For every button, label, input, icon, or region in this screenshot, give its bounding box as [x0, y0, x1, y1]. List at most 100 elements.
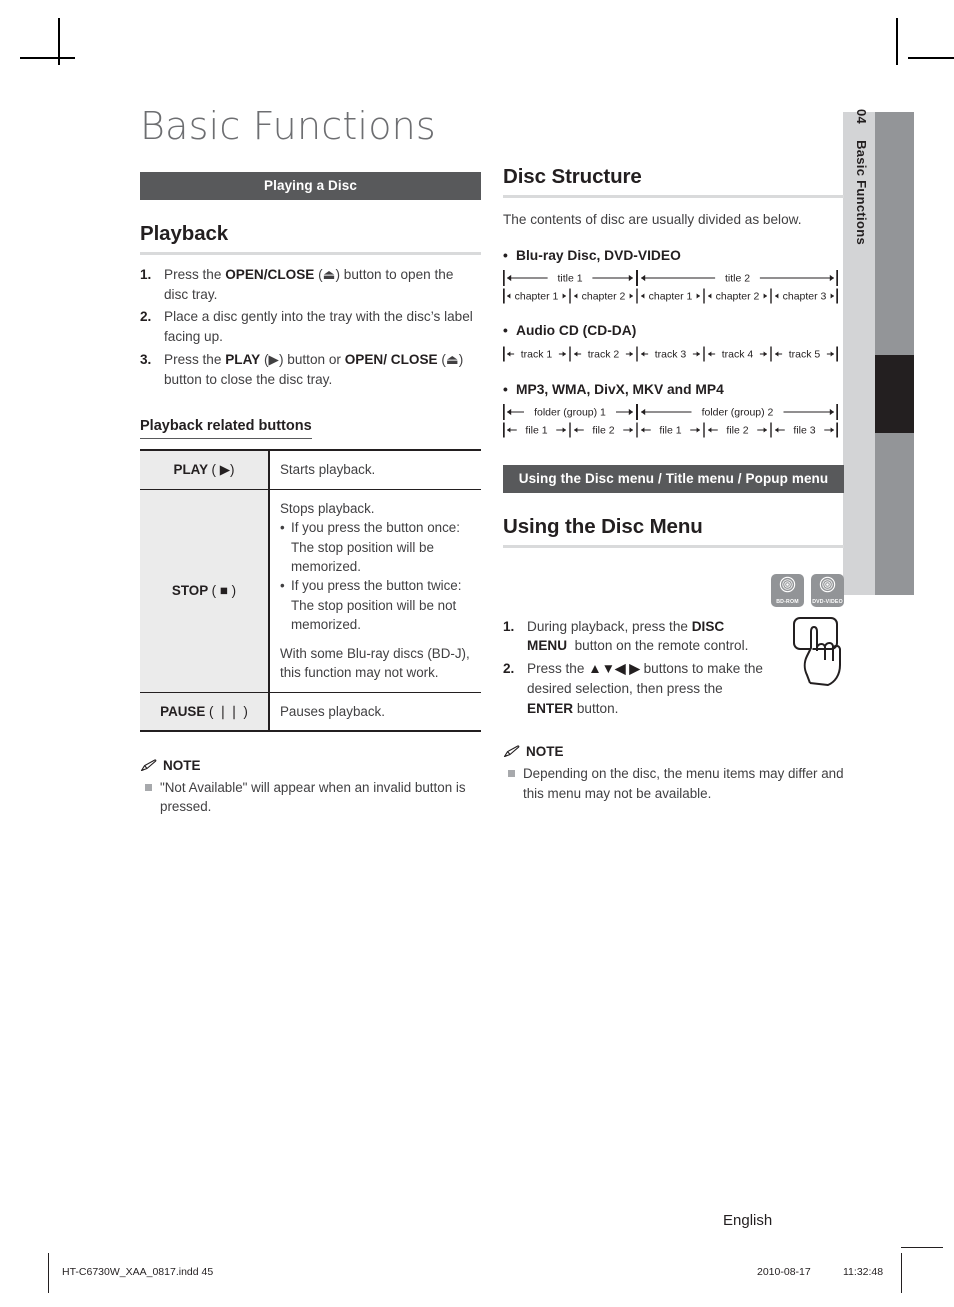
step-item: 1. During playback, press the DISC MENU b… — [503, 617, 771, 656]
table-row: PLAY ( ▶) Starts playback. — [140, 450, 481, 490]
note-title-row: NOTE — [140, 758, 481, 773]
table-cell-button-name: PAUSE ( ❘❘ ) — [140, 691, 270, 732]
disc-type-badges: BD-ROM DVD-VIDEO — [503, 573, 844, 607]
footer-date: 2010-08-17 — [757, 1266, 811, 1278]
step-number: 3. — [140, 351, 152, 367]
note-square-icon — [503, 764, 523, 803]
chapter-side-tab: 04 Basic Functions — [843, 109, 914, 595]
disc-structure-intro: The contents of disc are usually divided… — [503, 212, 802, 227]
heading-playback: Playback — [140, 222, 481, 255]
note-left: NOTE "Not Available" will appear when an… — [140, 758, 481, 817]
disc-structure-diagram: track 1 track 2 track 3 track 4 track 5 — [503, 344, 844, 364]
bullet-dot-icon: • — [280, 520, 285, 536]
disc-structure-group-label: • Audio CD (CD-DA) — [503, 323, 844, 338]
side-tab-text: 04 Basic Functions — [846, 109, 878, 559]
bullet-text: If you press the button twice: The stop … — [291, 578, 462, 633]
svg-text:folder (group) 2: folder (group) 2 — [702, 406, 774, 418]
group-label-text: MP3, WMA, DivX, MKV and MP4 — [516, 381, 724, 397]
svg-text:track 1: track 1 — [521, 348, 553, 360]
bullet-dot-icon: • — [503, 322, 508, 338]
heading-disc-structure: Disc Structure — [503, 165, 844, 198]
remote-hand-icon — [792, 615, 850, 692]
note-item: "Not Available" will appear when an inva… — [140, 778, 481, 817]
svg-text:chapter 2: chapter 2 — [582, 290, 626, 302]
bullet-text: If you press the button once: The stop p… — [291, 520, 460, 574]
pencil-icon — [503, 745, 520, 758]
page-title: Basic Functions — [140, 104, 436, 148]
heading-using-the-disc-menu: Using the Disc Menu — [503, 515, 844, 548]
disc-type-badge: DVD-VIDEO — [811, 573, 844, 607]
crop-mark-top-right-horizontal — [908, 57, 954, 59]
table-cell-button-name: STOP ( ■ ) — [140, 488, 270, 693]
note-item: Depending on the disc, the menu items ma… — [503, 764, 844, 803]
footer-rule-left — [48, 1253, 49, 1293]
side-tab-number: 04 — [854, 109, 870, 125]
footer-language: English — [723, 1212, 773, 1229]
note-item-text: "Not Available" will appear when an inva… — [160, 780, 466, 815]
svg-text:file 1: file 1 — [659, 424, 681, 436]
disc-structure-group: • Audio CD (CD-DA) track 1 track 2 track 3 tr… — [503, 323, 844, 364]
svg-text:title 2: title 2 — [725, 272, 750, 284]
step-number: 1. — [140, 267, 152, 282]
right-column: Disc Structure The contents of disc are … — [503, 165, 844, 803]
step-item: 2. Press the ▲▼◀ ▶ buttons to make the de… — [503, 659, 771, 718]
disc-structure-group-label: • Blu-ray Disc, DVD-VIDEO — [503, 248, 844, 263]
svg-text:file 1: file 1 — [525, 424, 547, 436]
footer-time: 11:32:48 — [843, 1266, 884, 1278]
disc-menu-instructions: 1. During playback, press the DISC MENU b… — [503, 616, 844, 719]
group-label-text: Blu-ray Disc, DVD-VIDEO — [516, 247, 681, 263]
svg-text:file 2: file 2 — [726, 424, 748, 436]
step-text: Place a disc gently into the tray with t… — [164, 309, 473, 345]
table-cell-description: Pauses playback. — [269, 691, 481, 732]
pencil-icon — [140, 759, 157, 772]
table-cell-bullet-item: • If you press the button twice: The stop… — [280, 576, 471, 634]
note-left-list: "Not Available" will appear when an inva… — [140, 778, 481, 817]
step-number: 2. — [140, 309, 152, 325]
step-text: Press the ▲▼◀ ▶ buttons to make the desi… — [527, 661, 763, 716]
crop-mark-top-left-horizontal — [20, 57, 75, 59]
svg-text:track 5: track 5 — [789, 348, 821, 360]
playback-steps-list: 1. Press the OPEN/CLOSE (⏏) button to ope… — [140, 265, 481, 389]
footer-filename: HT-C6730W_XAA_0817.indd 45 — [62, 1266, 214, 1278]
table-cell-tail-text: With some Blu-ray discs (BD-J), this fun… — [280, 645, 470, 681]
step-number: 1. — [503, 618, 515, 634]
note-title-text: NOTE — [163, 758, 201, 774]
svg-text:track 2: track 2 — [588, 348, 620, 360]
section-bar-playing-a-disc: Playing a Disc — [140, 172, 481, 200]
side-tab-label: Basic Functions — [854, 140, 870, 245]
svg-text:track 3: track 3 — [655, 348, 687, 360]
svg-text:track 4: track 4 — [722, 348, 754, 360]
side-tab-mid-strip — [875, 112, 914, 595]
table-cell-description: Starts playback. — [269, 450, 481, 489]
table-cell-lead-text: Stops playback. — [280, 500, 375, 516]
step-text: Press the PLAY (▶) button or OPEN/ CLOSE… — [164, 351, 464, 387]
group-label-text: Audio CD (CD-DA) — [516, 322, 637, 338]
disc-structure-groups: • Blu-ray Disc, DVD-VIDEO chapter 1 chapter… — [503, 248, 844, 439]
disc-icon — [819, 576, 836, 598]
table-cell-lead-text: Starts playback. — [280, 462, 376, 478]
step-number: 2. — [503, 661, 515, 677]
left-column: Playing a Disc Playback 1. Press the OPEN… — [140, 172, 481, 817]
step-text: During playback, press the DISC MENU but… — [527, 618, 749, 654]
playback-buttons-table: PLAY ( ▶) Starts playback. STOP ( ■ ) Stops… — [140, 449, 481, 733]
step-item: 2. Place a disc gently into the tray with… — [140, 307, 481, 346]
disc-structure-diagram: chapter 1 chapter 2 chapter 1 chapter 2 chap… — [503, 269, 844, 305]
disc-type-badge-label: BD-ROM — [776, 598, 799, 605]
note-square-icon — [140, 778, 160, 817]
note-title-row-right: NOTE — [503, 744, 844, 759]
table-row: STOP ( ■ ) Stops playback. • If you press t… — [140, 488, 481, 693]
note-right: NOTE Depending on the disc, the menu ite… — [503, 744, 844, 803]
crop-mark-top-right-vertical — [896, 18, 898, 65]
svg-text:chapter 1: chapter 1 — [515, 290, 559, 302]
svg-text:folder (group) 1: folder (group) 1 — [534, 406, 606, 418]
note-item-text: Depending on the disc, the menu items ma… — [523, 766, 844, 801]
table-row: PAUSE ( ❘❘ ) Pauses playback. — [140, 691, 481, 732]
table-cell-bullet-item: • If you press the button once: The stop … — [280, 518, 471, 576]
section-bar-using-the-disc-menu: Using the Disc menu / Title menu / Popup… — [503, 464, 844, 493]
table-cell-lead-text: Pauses playback. — [280, 703, 385, 719]
heading-playback-related-buttons: Playback related buttons — [140, 418, 312, 440]
step-item: 3. Press the PLAY (▶) button or OPEN/ CLO… — [140, 350, 481, 389]
step-text: Press the OPEN/CLOSE (⏏) button to open … — [164, 267, 454, 302]
svg-text:chapter 3: chapter 3 — [783, 290, 827, 302]
disc-menu-steps-list: 1. During playback, press the DISC MENU b… — [503, 617, 771, 719]
